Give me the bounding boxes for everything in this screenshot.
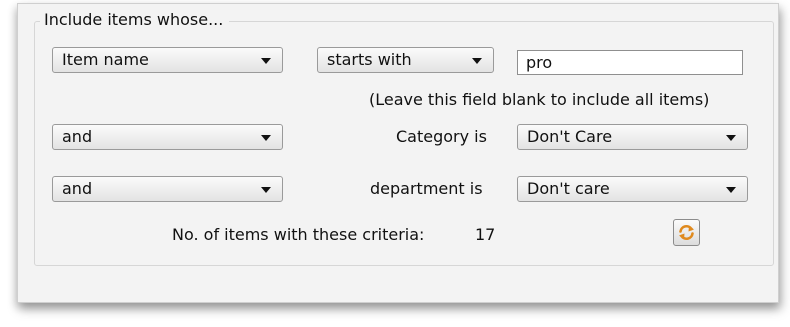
chevron-down-icon <box>726 135 736 141</box>
chevron-down-icon <box>261 187 271 193</box>
category-select-value: Don't Care <box>527 127 613 146</box>
item-count-label: No. of items with these criteria: <box>172 225 425 244</box>
operator-select[interactable]: starts with <box>317 47 494 73</box>
category-select[interactable]: Don't Care <box>517 124 748 150</box>
chevron-down-icon <box>261 135 271 141</box>
refresh-count-button[interactable] <box>673 219 700 246</box>
category-label: Category is <box>396 127 487 146</box>
field-select[interactable]: Item name <box>52 47 283 73</box>
item-name-value-input[interactable] <box>517 50 743 75</box>
blank-field-hint: (Leave this field blank to include all i… <box>369 90 710 109</box>
operator-select-value: starts with <box>327 50 412 69</box>
department-label: department is <box>370 179 483 198</box>
field-select-value: Item name <box>62 50 149 69</box>
refresh-icon <box>679 224 694 241</box>
chevron-down-icon <box>726 187 736 193</box>
chevron-down-icon <box>472 58 482 64</box>
chevron-down-icon <box>261 58 271 64</box>
department-conjunction-select[interactable]: and <box>52 176 283 202</box>
department-conjunction-value: and <box>62 179 93 198</box>
department-select[interactable]: Don't care <box>517 176 748 202</box>
dialog-area: Include items whose... Item name starts … <box>0 0 790 327</box>
item-count-value: 17 <box>475 225 496 244</box>
category-conjunction-value: and <box>62 127 93 146</box>
department-select-value: Don't care <box>527 179 610 198</box>
category-conjunction-select[interactable]: and <box>52 124 283 150</box>
criteria-group-title: Include items whose... <box>40 10 230 29</box>
